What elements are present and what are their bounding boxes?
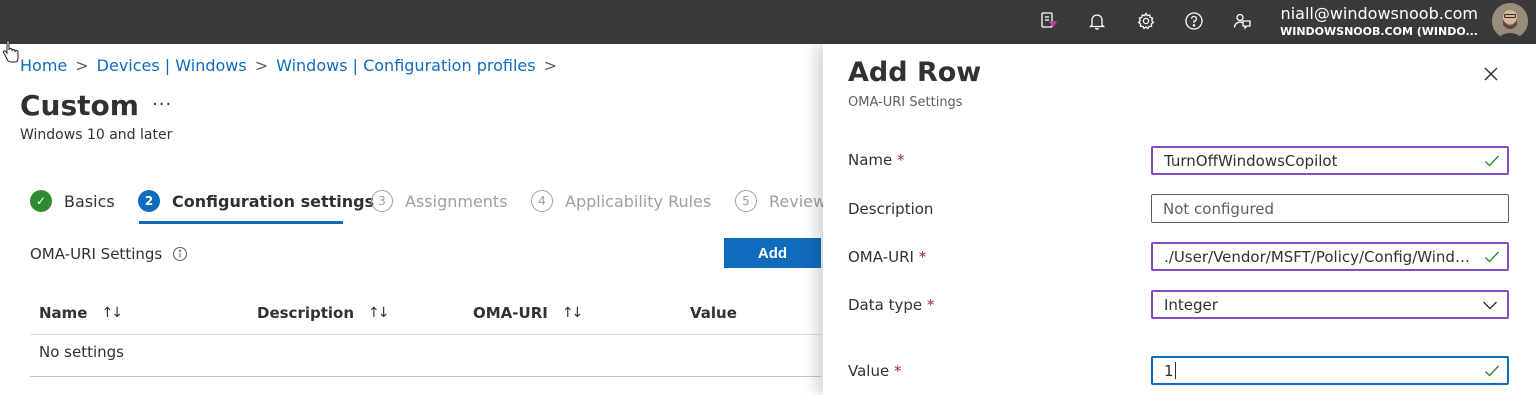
step-configuration-settings[interactable]: 2 Configuration settings (138, 190, 374, 212)
step-basics[interactable]: ✓ Basics (30, 190, 115, 212)
help-icon[interactable] (1182, 9, 1206, 33)
gear-icon[interactable] (1134, 9, 1158, 33)
input-value: TurnOffWindowsCopilot (1164, 151, 1338, 170)
required-mark: * (926, 296, 935, 314)
column-label: Value (690, 304, 737, 322)
panel-title: Add Row (848, 57, 982, 88)
step-assignments[interactable]: 3 Assignments (371, 190, 508, 212)
active-step-underline (139, 221, 343, 224)
checkmark-icon (1485, 155, 1500, 167)
required-mark: * (893, 362, 902, 380)
table-bottom-divider (30, 376, 821, 377)
column-label: Description (257, 304, 355, 322)
input-value: 1 (1164, 361, 1174, 380)
panel-subtitle: OMA-URI Settings (848, 95, 963, 110)
hand-cursor-icon (2, 39, 20, 64)
column-header-name[interactable]: Name ↑↓ (39, 304, 123, 322)
breadcrumb-configuration-profiles[interactable]: Windows | Configuration profiles (276, 56, 535, 75)
step-label: Applicability Rules (565, 191, 712, 211)
column-header-value[interactable]: Value (690, 304, 737, 322)
label-text: Name (848, 151, 893, 169)
required-mark: * (918, 248, 927, 266)
breadcrumb: Home > Devices | Windows > Windows | Con… (20, 56, 565, 75)
value-label: Value * (848, 362, 901, 380)
close-icon[interactable] (1481, 64, 1501, 84)
page-subtitle: Windows 10 and later (20, 127, 173, 143)
checkmark-icon (1485, 365, 1500, 377)
sort-icon[interactable]: ↑↓ (368, 305, 390, 321)
add-row-panel: Add Row OMA-URI Settings Name * TurnOffW… (823, 44, 1536, 395)
text-caret (1174, 362, 1176, 379)
required-mark: * (897, 151, 905, 169)
data-type-dropdown[interactable]: Integer (1151, 290, 1509, 319)
user-email[interactable]: niall@windowsnoob.com (1281, 4, 1478, 23)
top-bar: niall@windowsnoob.com WINDOWSNOOB.COM (W… (0, 0, 1536, 44)
data-type-label: Data type * (848, 296, 934, 314)
breadcrumb-home[interactable]: Home (20, 56, 67, 75)
name-input[interactable]: TurnOffWindowsCopilot (1151, 146, 1509, 175)
sort-icon[interactable]: ↑↓ (562, 305, 584, 321)
feedback-icon[interactable] (1230, 9, 1254, 33)
step-label: Review (769, 191, 827, 211)
step-applicability-rules[interactable]: 4 Applicability Rules (531, 190, 711, 212)
add-button[interactable]: Add (724, 238, 821, 268)
step-number: 2 (138, 190, 160, 212)
description-input[interactable]: Not configured (1151, 194, 1509, 223)
step-number: 5 (735, 190, 757, 212)
oma-uri-input[interactable]: ./User/Vendor/MSFT/Policy/Config/Windows… (1151, 242, 1509, 271)
empty-table-message: No settings (39, 343, 124, 361)
sort-icon[interactable]: ↑↓ (101, 305, 123, 321)
step-review[interactable]: 5 Review (735, 190, 826, 212)
table-header-divider (30, 334, 821, 335)
checkmark-icon: ✓ (30, 190, 52, 212)
step-label: Configuration settings (172, 191, 375, 211)
breadcrumb-separator: > (75, 56, 89, 75)
section-label: OMA-URI Settings (30, 245, 163, 263)
step-number: 3 (371, 190, 393, 212)
breadcrumb-separator: > (254, 56, 269, 75)
chevron-down-icon[interactable] (1482, 299, 1498, 311)
label-text: Data type (848, 296, 923, 314)
page-title: Custom (20, 89, 139, 122)
info-icon[interactable] (172, 246, 188, 262)
oma-uri-label: OMA-URI * (848, 248, 926, 266)
step-label: Basics (64, 191, 115, 211)
column-header-oma-uri[interactable]: OMA-URI ↑↓ (473, 304, 584, 322)
checkmark-icon (1485, 251, 1500, 263)
breadcrumb-separator: > (543, 56, 557, 75)
description-label: Description (848, 200, 933, 218)
column-header-description[interactable]: Description ↑↓ (257, 304, 390, 322)
column-label: OMA-URI (473, 304, 548, 322)
step-number: 4 (531, 190, 553, 212)
bell-icon[interactable] (1085, 9, 1109, 33)
user-tenant[interactable]: WINDOWSNOOB.COM (WINDO... (1280, 25, 1478, 38)
step-label: Assignments (405, 191, 508, 211)
column-label: Name (39, 304, 88, 322)
label-text: Description (848, 200, 934, 218)
name-label: Name * (848, 151, 905, 169)
more-options-button[interactable]: ··· (152, 94, 172, 115)
selected-value: Integer (1164, 295, 1218, 314)
oma-uri-settings-label: OMA-URI Settings (30, 245, 188, 263)
input-value: ./User/Vendor/MSFT/Policy/Config/Windows… (1164, 247, 1473, 266)
breadcrumb-devices-windows[interactable]: Devices | Windows (97, 56, 247, 75)
label-text: OMA-URI (848, 248, 914, 266)
avatar[interactable] (1492, 3, 1528, 39)
label-text: Value (848, 362, 890, 380)
feedback-filter-icon[interactable] (1036, 9, 1060, 33)
value-input[interactable]: 1 (1151, 356, 1509, 385)
input-placeholder: Not configured (1163, 199, 1275, 218)
